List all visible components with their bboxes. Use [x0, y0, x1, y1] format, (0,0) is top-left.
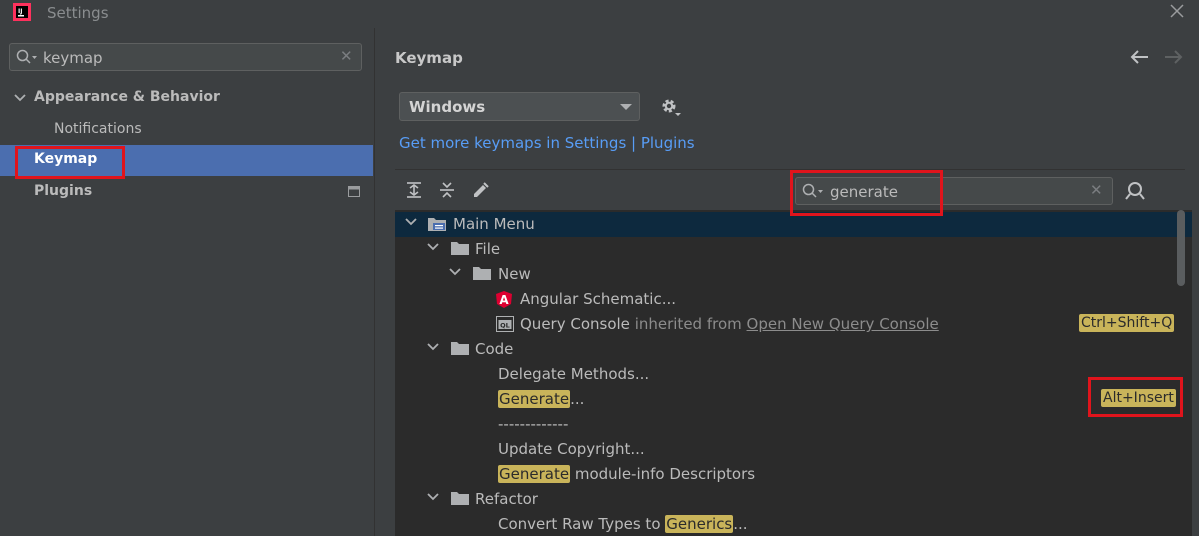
search-icon [802, 183, 823, 198]
search-match-highlight: Generate [498, 390, 571, 408]
tree-label: Main Menu [453, 215, 535, 233]
search-icon [16, 49, 37, 64]
divider [395, 169, 1185, 170]
intellij-app-icon: IJ [13, 3, 31, 21]
tree-row-update-copyright[interactable]: Update Copyright... [395, 437, 1192, 462]
svg-text:QL: QL [500, 322, 510, 330]
tree-row-delegate-methods[interactable]: Delegate Methods... [395, 362, 1192, 387]
tree-row-refactor[interactable]: Refactor [395, 487, 1192, 512]
sidebar-item-label: Plugins [34, 183, 93, 199]
tree-row-angular-schematic[interactable]: A Angular Schematic... [395, 287, 1192, 312]
tree-label: module-info Descriptors [570, 465, 756, 483]
folder-icon [451, 242, 469, 255]
tree-label: File [475, 240, 501, 258]
tree-row-query-console[interactable]: QL Query Console inherited from Open New… [395, 312, 1192, 337]
sidebar-item-plugins[interactable]: Plugins [0, 177, 373, 208]
chevron-down-icon[interactable] [427, 493, 439, 502]
tree-row-main-menu[interactable]: Main Menu [395, 212, 1192, 237]
tree-label: Code [475, 340, 514, 358]
tree-separator: ------------- [498, 415, 569, 433]
expand-all-icon[interactable] [405, 181, 423, 199]
tree-row-new[interactable]: New [395, 262, 1192, 287]
tree-row-code[interactable]: Code [395, 337, 1192, 362]
keymap-search-field[interactable]: ✕ [795, 177, 1113, 205]
tree-label: Refactor [475, 490, 538, 508]
open-new-query-console-link[interactable]: Open New Query Console [747, 315, 939, 333]
keymap-panel: Keymap Windows Get more keymaps in Setti… [374, 28, 1199, 536]
folder-icon [451, 492, 469, 505]
title-bar: IJ Settings [0, 0, 1199, 28]
tree-label: Query Console [520, 315, 630, 333]
edit-pencil-icon[interactable] [471, 181, 489, 199]
clear-search-icon[interactable]: ✕ [340, 49, 353, 64]
sidebar-item-label: Appearance & Behavior [34, 89, 220, 105]
tree-row-convert-raw-types[interactable]: Convert Raw Types to Generics... [395, 512, 1192, 536]
chevron-down-icon [620, 104, 632, 110]
svg-text:IJ: IJ [18, 8, 22, 15]
svg-text:A: A [499, 293, 509, 307]
chevron-down-icon[interactable] [427, 343, 439, 352]
sidebar-item-label: Keymap [34, 151, 98, 167]
sidebar-item-keymap[interactable]: Keymap [0, 145, 373, 176]
angular-icon: A [496, 291, 512, 308]
chevron-down-icon[interactable] [405, 218, 417, 227]
get-more-keymaps-link[interactable]: Get more keymaps in Settings | Plugins [399, 134, 695, 152]
keymap-scheme-dropdown[interactable]: Windows [399, 92, 640, 121]
find-by-shortcut-icon[interactable] [1125, 181, 1147, 201]
settings-sidebar: ✕ Appearance & Behavior Notifications Ke… [0, 28, 373, 536]
gear-icon[interactable] [660, 97, 682, 119]
keymap-search-input[interactable] [830, 182, 1080, 202]
tree-label: ... [570, 390, 585, 408]
sidebar-item-appearance-behavior[interactable]: Appearance & Behavior [0, 83, 373, 114]
tree-row-generate[interactable]: Generate... Alt+Insert [395, 387, 1192, 412]
tree-row-separator: ------------- [395, 412, 1192, 437]
tree-label: Delegate Methods... [498, 365, 650, 383]
keymap-actions-tree[interactable]: Main Menu File New A Angular Schematic..… [395, 210, 1192, 536]
tree-label: Angular Schematic... [520, 290, 676, 308]
keymap-scheme-value: Windows [409, 98, 486, 116]
clear-search-icon[interactable]: ✕ [1090, 183, 1103, 198]
tree-label-suffix: ... [733, 515, 748, 533]
tree-row-module-info[interactable]: Generate module-info Descriptors [395, 462, 1192, 487]
forward-arrow-icon[interactable] [1163, 49, 1183, 65]
page-title: Keymap [395, 49, 463, 67]
tree-scrollbar[interactable] [1177, 210, 1185, 286]
close-icon[interactable] [1168, 2, 1186, 20]
tree-label: Update Copyright... [498, 440, 645, 458]
settings-search-input[interactable] [43, 48, 333, 68]
inherited-from-text: inherited from [634, 315, 742, 333]
project-level-icon [348, 186, 360, 197]
tree-label: Convert Raw Types to [498, 515, 666, 533]
shortcut-badge: Ctrl+Shift+Q [1079, 314, 1175, 332]
tree-row-file[interactable]: File [395, 237, 1192, 262]
window-title: Settings [47, 4, 109, 22]
back-arrow-icon[interactable] [1130, 49, 1150, 65]
search-match-highlight: Generics [665, 515, 734, 533]
sidebar-item-label: Notifications [54, 121, 142, 137]
chevron-down-icon[interactable] [427, 243, 439, 252]
chevron-down-icon[interactable] [14, 93, 26, 103]
search-match-highlight: Generate [498, 465, 571, 483]
settings-search-field[interactable]: ✕ [9, 43, 362, 71]
sidebar-item-notifications[interactable]: Notifications [0, 115, 373, 146]
collapse-all-icon[interactable] [438, 181, 456, 199]
tree-label: New [498, 265, 531, 283]
folder-icon [451, 342, 469, 355]
menu-folder-icon [428, 218, 446, 231]
chevron-down-icon[interactable] [449, 268, 461, 277]
shortcut-badge: Alt+Insert [1101, 389, 1176, 407]
query-console-icon: QL [496, 316, 514, 332]
folder-icon [473, 267, 491, 280]
